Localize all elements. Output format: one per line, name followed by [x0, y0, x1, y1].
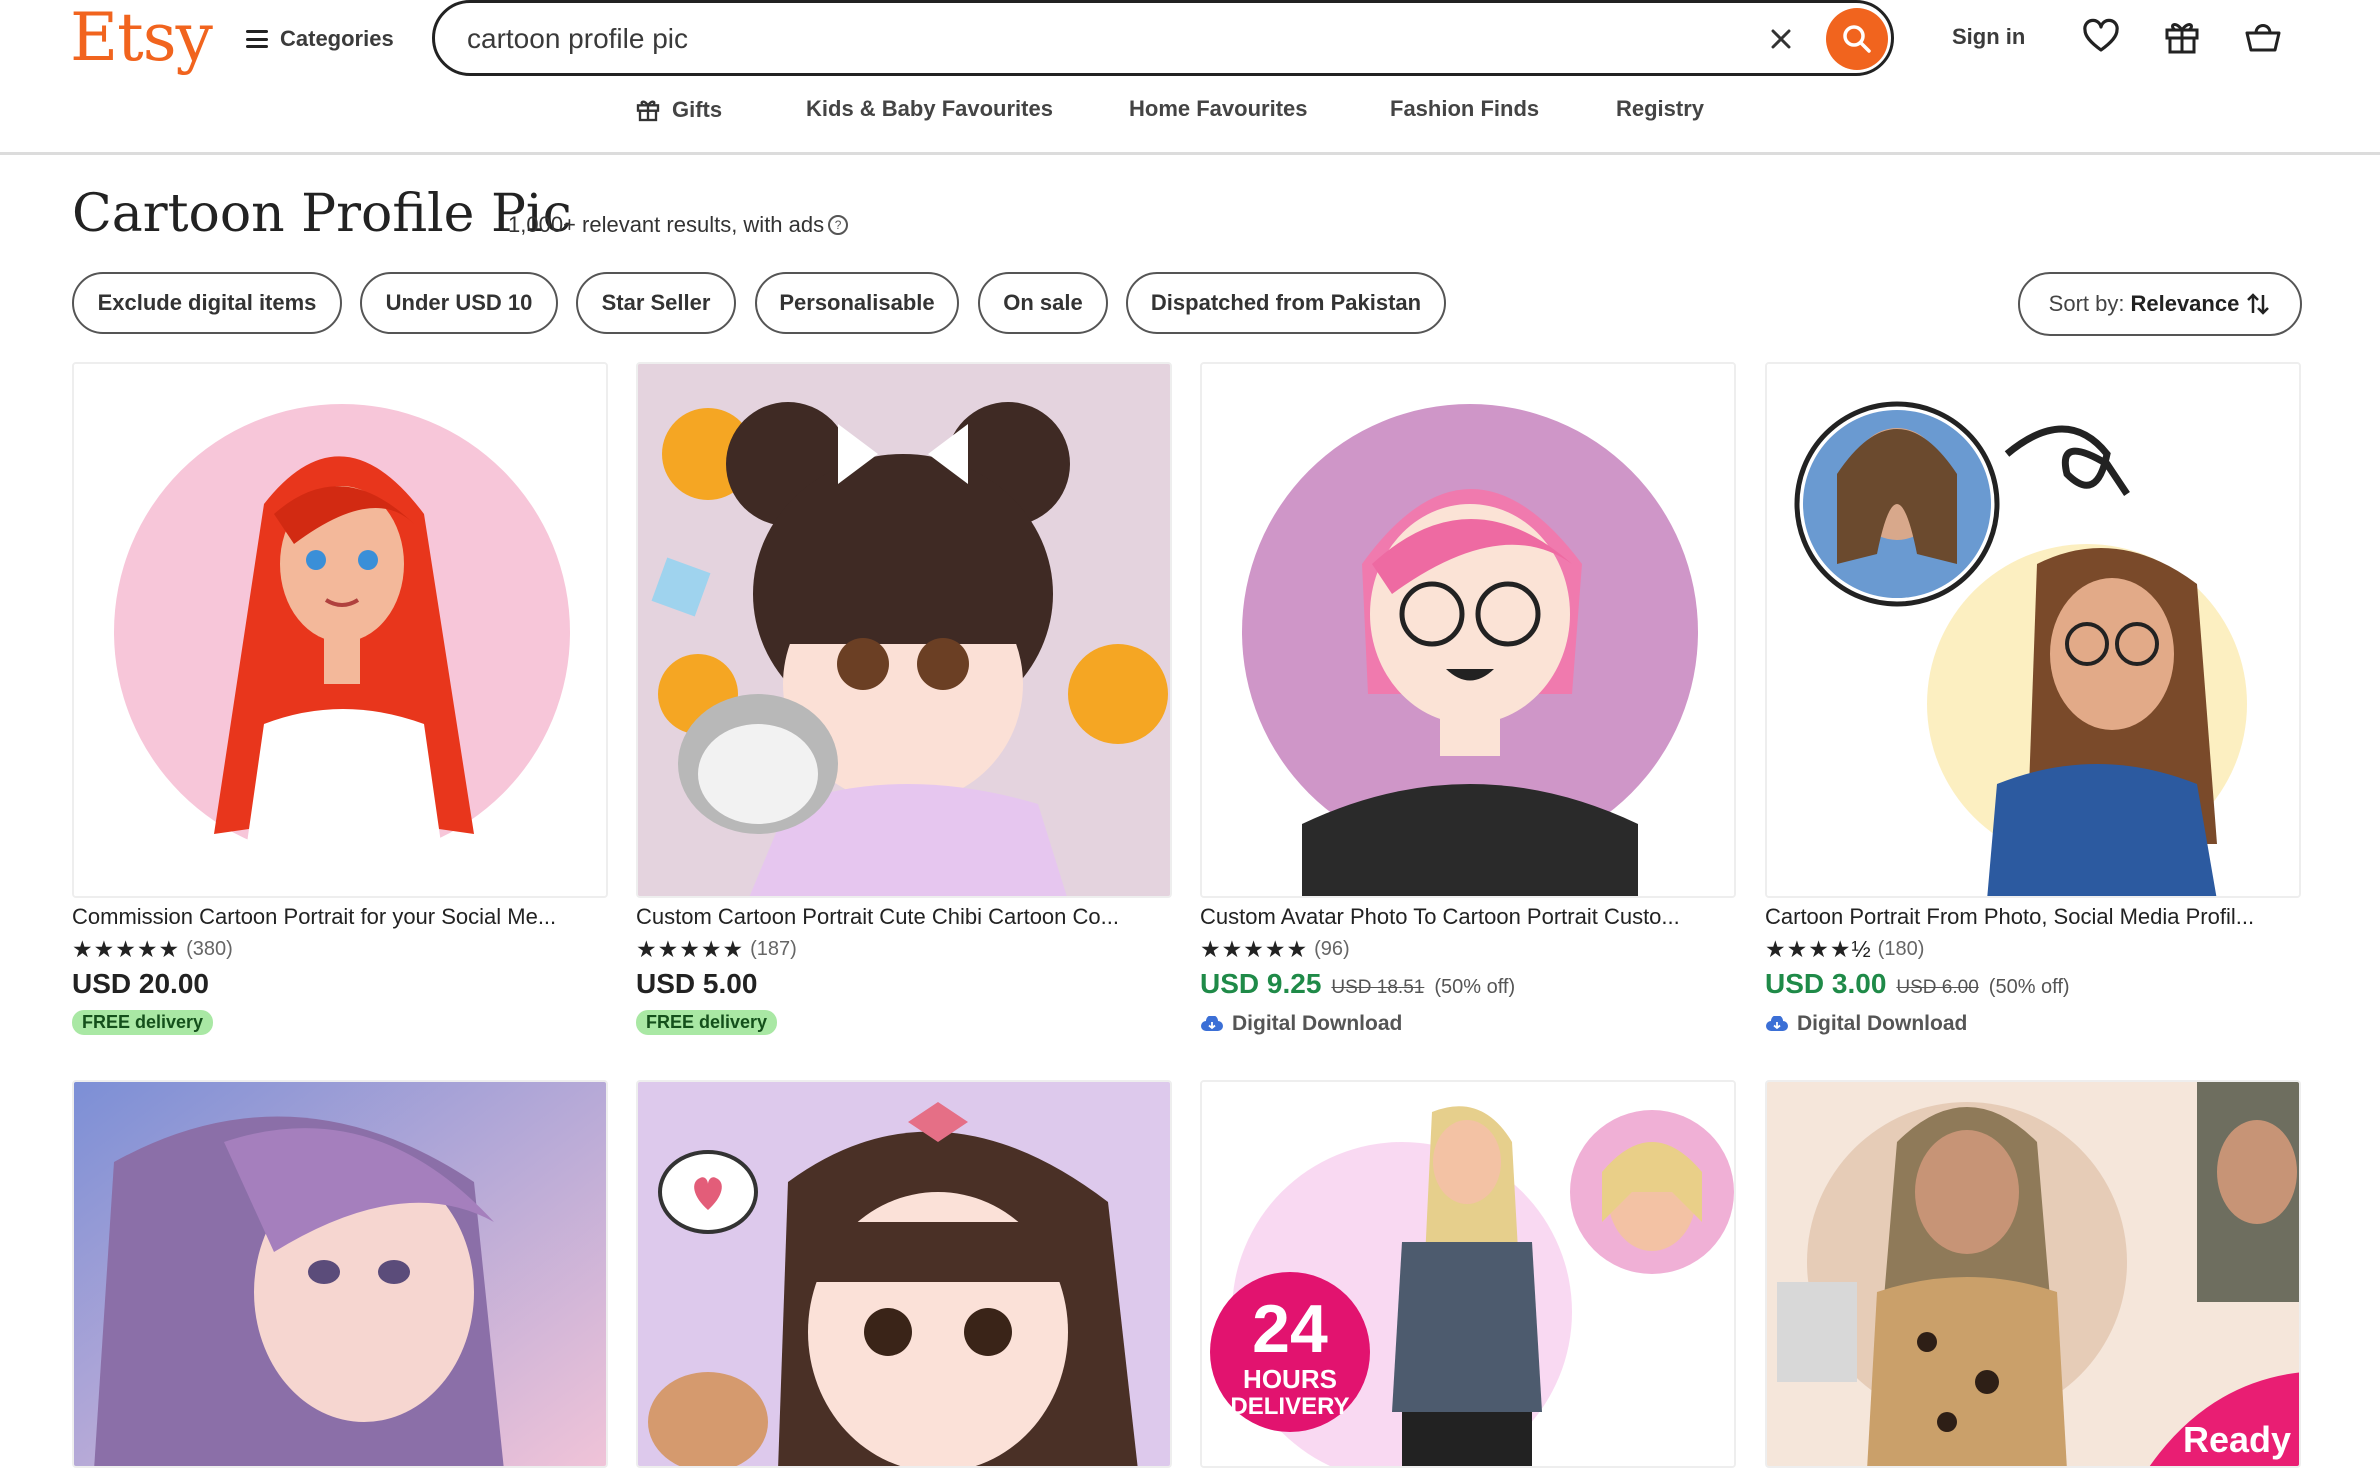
filter-dispatched-pakistan[interactable]: Dispatched from Pakistan: [1126, 272, 1446, 334]
nav-registry[interactable]: Registry: [1616, 96, 1704, 122]
original-price: USD 6.00: [1896, 977, 1979, 998]
product-image[interactable]: 24 HOURS DELIVERY: [1200, 1080, 1736, 1468]
star-rating-icon: ★★★★★: [1200, 936, 1309, 962]
results-count: 1,000+ relevant results, with ads ?: [508, 212, 849, 238]
clear-search-icon[interactable]: [1763, 21, 1799, 57]
question-icon[interactable]: ?: [828, 215, 849, 235]
sort-value: Relevance: [2130, 291, 2240, 316]
product-title[interactable]: Commission Cartoon Portrait for your Soc…: [72, 904, 608, 930]
review-count: (96): [1314, 938, 1350, 960]
nav-fashion[interactable]: Fashion Finds: [1390, 96, 1539, 122]
current-price: USD 5.00: [636, 968, 758, 999]
review-count: (187): [750, 938, 797, 960]
original-price: USD 18.51: [1331, 977, 1425, 998]
heart-icon[interactable]: [2080, 16, 2122, 58]
gift-icon: [636, 100, 660, 122]
results-text: 1,000+ relevant results, with ads: [508, 212, 825, 237]
price: USD 3.00 USD 6.00 (50% off): [1765, 968, 2070, 1000]
categories-button[interactable]: Categories: [246, 22, 394, 56]
etsy-logo[interactable]: Etsy: [70, 0, 213, 76]
review-count: (180): [1877, 938, 1925, 960]
product-title[interactable]: Cartoon Portrait From Photo, Social Medi…: [1765, 904, 2301, 930]
cloud-download-icon: [1201, 1016, 1223, 1031]
cloud-download-icon: [1766, 1016, 1788, 1031]
delivery-hours: HOURS: [1243, 1364, 1337, 1394]
digital-label: Digital Download: [1797, 1012, 1968, 1035]
rating: ★★★★½ (180): [1765, 936, 1924, 963]
sign-in-link[interactable]: Sign in: [1952, 24, 2025, 50]
filter-under-usd-10[interactable]: Under USD 10: [360, 272, 558, 334]
price: USD 5.00: [636, 968, 757, 1000]
page-title: Cartoon Profile Pic: [72, 184, 572, 244]
review-count: (380): [186, 938, 233, 960]
search-button[interactable]: [1826, 8, 1888, 70]
filter-exclude-digital[interactable]: Exclude digital items: [72, 272, 342, 334]
product-image[interactable]: [636, 1080, 1172, 1468]
gift-icon[interactable]: [2161, 16, 2203, 58]
delivery-label: DELIVERY: [1230, 1393, 1349, 1420]
product-image[interactable]: [1200, 362, 1736, 898]
product-image[interactable]: [72, 1080, 608, 1468]
digital-download: Digital Download: [1765, 1012, 1967, 1036]
rating: ★★★★★ (187): [636, 936, 797, 963]
menu-icon: [246, 30, 268, 48]
free-delivery-badge: FREE delivery: [636, 1010, 778, 1035]
sort-arrows-icon: [2247, 293, 2270, 315]
star-rating-icon: ★★★★½: [1765, 936, 1872, 962]
rating: ★★★★★ (380): [72, 936, 233, 963]
filter-personalisable[interactable]: Personalisable: [755, 272, 959, 334]
product-image[interactable]: Ready: [1765, 1080, 2301, 1468]
product-title[interactable]: Custom Avatar Photo To Cartoon Portrait …: [1200, 904, 1736, 930]
current-price: USD 20.00: [72, 968, 209, 999]
search-input[interactable]: [465, 15, 1769, 63]
star-rating-icon: ★★★★★: [72, 936, 181, 962]
search-icon: [1843, 25, 1871, 53]
filter-star-seller[interactable]: Star Seller: [576, 272, 736, 334]
basket-icon[interactable]: [2242, 16, 2284, 58]
product-image[interactable]: [72, 362, 608, 898]
rating: ★★★★★ (96): [1200, 936, 1350, 963]
digital-label: Digital Download: [1232, 1012, 1403, 1035]
search-bar: [432, 0, 1894, 76]
categories-label: Categories: [280, 26, 394, 51]
delivery-number: 24: [1252, 1291, 1328, 1367]
ready-label: Ready: [2183, 1419, 2291, 1460]
nav-label: Gifts: [672, 97, 723, 122]
price: USD 9.25 USD 18.51 (50% off): [1200, 968, 1515, 1000]
nav-kids-baby[interactable]: Kids & Baby Favourites: [806, 96, 1053, 122]
product-image[interactable]: [636, 362, 1172, 898]
filter-on-sale[interactable]: On sale: [978, 272, 1108, 334]
nav-home[interactable]: Home Favourites: [1129, 96, 1308, 122]
site-header: Etsy Categories Sign in: [0, 0, 2380, 155]
nav-gifts[interactable]: Gifts: [634, 96, 722, 124]
star-rating-icon: ★★★★★: [636, 936, 745, 962]
sort-prefix: Sort by:: [2048, 291, 2125, 316]
price: USD 20.00: [72, 968, 209, 1000]
category-nav: Gifts Kids & Baby Favourites Home Favour…: [0, 96, 2380, 136]
free-delivery-badge: FREE delivery: [72, 1010, 214, 1035]
current-price: USD 9.25: [1200, 968, 1322, 999]
product-title[interactable]: Custom Cartoon Portrait Cute Chibi Carto…: [636, 904, 1172, 930]
digital-download: Digital Download: [1200, 1012, 1402, 1036]
discount: (50% off): [1988, 976, 2070, 998]
product-image[interactable]: [1765, 362, 2301, 898]
current-price: USD 3.00: [1765, 968, 1887, 999]
sort-dropdown[interactable]: Sort by: Relevance: [2018, 272, 2302, 336]
discount: (50% off): [1434, 976, 1516, 998]
